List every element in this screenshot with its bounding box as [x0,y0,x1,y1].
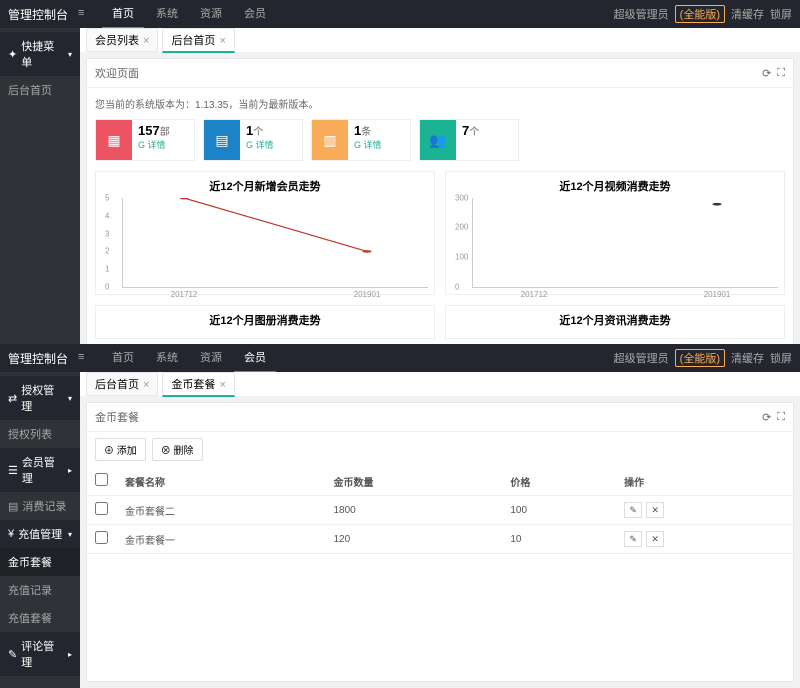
video-icon: ▦ [96,120,132,160]
chevron-right-icon: ▸ [68,466,72,475]
expand-icon[interactable]: ⛶ [777,67,785,80]
lock-link[interactable]: 锁屏 [770,6,792,22]
nav-system[interactable]: 系统 [146,343,188,373]
sidebar-spend-log[interactable]: ▤消费记录 [0,492,80,520]
news-icon: ▥ [312,120,348,160]
delete-button[interactable]: ⊗ 删除 [152,438,203,461]
select-all-checkbox[interactable] [95,473,108,486]
edit-icon[interactable]: ✎ [624,531,642,547]
refresh-icon[interactable]: ⟳ [762,67,771,80]
stat-news[interactable]: ▥1条G 详情 [311,119,411,161]
dashboard-app: 管理控制台 ≡ 首页 系统 资源 会员 超级管理员 (全能版) 清缓存 锁屏 ✦… [0,0,800,344]
panel-header: 欢迎页面 ⟳ ⛶ [87,59,793,88]
stat-gallery[interactable]: ▤1个G 详情 [203,119,303,161]
panel-title: 金币套餐 [95,409,139,425]
sidebar-quickmenu[interactable]: ✦快捷菜单▾ [0,32,80,76]
sidebar-coin-package[interactable]: 金币套餐 [0,548,80,576]
tabbar: 会员列表× 后台首页× [80,28,800,52]
chevron-down-icon: ▾ [68,394,72,403]
tab-dashboard[interactable]: 后台首页× [86,372,158,396]
topbar: 管理控制台 ≡ 首页 系统 资源 会员 超级管理员 (全能版) 清缓存 锁屏 [0,0,800,28]
chart-new-members: 近12个月新增会员走势 543210 201712201901 [95,171,435,295]
add-button[interactable]: ⊕ 添加 [95,438,146,461]
edition-badge: (全能版) [675,349,725,367]
nav-home[interactable]: 首页 [102,343,144,373]
stat-member[interactable]: 👥7个 [419,119,519,161]
panel-header: 金币套餐 ⟳ ⛶ [87,403,793,432]
toolbar: ⊕ 添加 ⊗ 删除 [87,432,793,467]
nav-resource[interactable]: 资源 [190,343,232,373]
chevron-down-icon: ▾ [68,530,72,539]
close-icon[interactable]: × [143,35,149,47]
edition-badge: (全能版) [675,5,725,23]
lock-link[interactable]: 锁屏 [770,350,792,366]
nav-home[interactable]: 首页 [102,0,144,29]
brand: 管理控制台 [8,6,68,23]
stat-cards: ▦157部G 详情 ▤1个G 详情 ▥1条G 详情 👥7个 [95,119,785,161]
tab-dashboard[interactable]: 后台首页× [162,28,234,53]
chart-gallery-spend: 近12个月图册消费走势 [95,305,435,339]
chart-video-spend: 近12个月视频消费走势 3002001000 201712201901 [445,171,785,295]
package-table: 套餐名称 金币数量 价格 操作 金币套餐二 1800 100 ✎✕ [87,467,793,554]
sidebar-recharge-log[interactable]: 充值记录 [0,576,80,604]
sidebar-auth[interactable]: ⇄授权管理▾ [0,376,80,420]
chevron-right-icon: ▸ [68,650,72,659]
table-row: 金币套餐一 120 10 ✎✕ [87,525,793,554]
gallery-icon: ▤ [204,120,240,160]
clear-cache-link[interactable]: 清缓存 [731,350,764,366]
stat-video[interactable]: ▦157部G 详情 [95,119,195,161]
nav-member[interactable]: 会员 [234,0,276,29]
tab-coin-package[interactable]: 金币套餐× [162,372,234,397]
topnav: 首页 系统 资源 会员 [102,343,276,373]
close-icon[interactable]: × [219,35,225,47]
table-row: 金币套餐二 1800 100 ✎✕ [87,496,793,525]
tabbar: 后台首页× 金币套餐× [80,372,800,396]
sidebar-dashboard[interactable]: 后台首页 [0,76,80,104]
delete-icon[interactable]: ✕ [646,502,664,518]
sidebar-member-mgmt[interactable]: ☰会员管理▸ [0,448,80,492]
sidebar-recharge-package[interactable]: 充值套餐 [0,604,80,632]
delete-icon[interactable]: ✕ [646,531,664,547]
close-icon[interactable]: × [143,379,149,391]
top-right: 超级管理员 (全能版) 清缓存 锁屏 [614,349,792,367]
menu-toggle-icon[interactable]: ≡ [78,7,92,21]
role-label: 超级管理员 [614,350,669,366]
sidebar-recharge[interactable]: ¥充值管理▾ [0,520,80,548]
nav-member[interactable]: 会员 [234,343,276,373]
expand-icon[interactable]: ⛶ [777,411,785,424]
refresh-icon[interactable]: ⟳ [762,411,771,424]
panel-title: 欢迎页面 [95,65,139,81]
chart-news-spend: 近12个月资讯消费走势 [445,305,785,339]
top-right: 超级管理员 (全能版) 清缓存 锁屏 [614,5,792,23]
sidebar-comment[interactable]: ✎评论管理▸ [0,632,80,676]
tab-member-list[interactable]: 会员列表× [86,28,158,52]
sidebar: ⇄授权管理▾ 授权列表 ☰会员管理▸ ▤消费记录 ¥充值管理▾ 金币套餐 充值记… [0,372,80,688]
row-checkbox[interactable] [95,502,108,515]
role-label: 超级管理员 [614,6,669,22]
nav-resource[interactable]: 资源 [190,0,232,29]
clear-cache-link[interactable]: 清缓存 [731,6,764,22]
sidebar-auth-list[interactable]: 授权列表 [0,420,80,448]
close-icon[interactable]: × [219,379,225,391]
coin-package-app: 管理控制台 ≡ 首页 系统 资源 会员 超级管理员 (全能版) 清缓存 锁屏 ⇄… [0,344,800,688]
nav-system[interactable]: 系统 [146,0,188,29]
sidebar: ✦快捷菜单▾ 后台首页 [0,28,80,344]
member-icon: 👥 [420,120,456,160]
brand: 管理控制台 [8,350,68,367]
chevron-down-icon: ▾ [68,50,72,59]
row-checkbox[interactable] [95,531,108,544]
version-text: 您当前的系统版本为：1.13.35，当前为最新版本。 [95,96,785,111]
topbar: 管理控制台 ≡ 首页 系统 资源 会员 超级管理员 (全能版) 清缓存 锁屏 [0,344,800,372]
topnav: 首页 系统 资源 会员 [102,0,276,29]
edit-icon[interactable]: ✎ [624,502,642,518]
menu-toggle-icon[interactable]: ≡ [78,351,92,365]
